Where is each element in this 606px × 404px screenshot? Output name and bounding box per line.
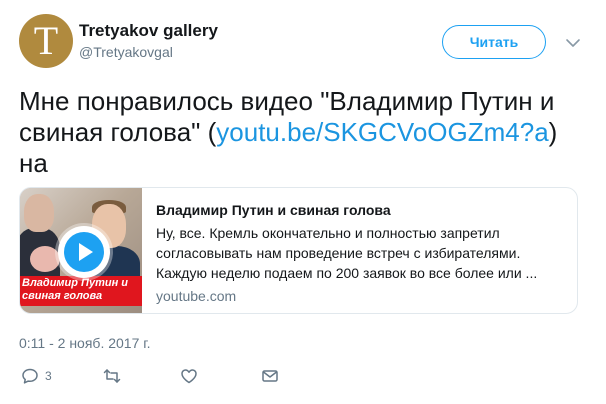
retweet-icon xyxy=(103,369,121,383)
retweet-button[interactable] xyxy=(103,366,127,386)
follow-button[interactable]: Читать xyxy=(442,25,546,59)
heart-icon xyxy=(181,369,197,384)
tweet-text: Мне понравилось видео "Владимир Путин и … xyxy=(19,86,589,179)
reply-icon xyxy=(22,368,38,384)
card-title: Владимир Путин и свиная голова xyxy=(156,202,391,218)
reply-count: 3 xyxy=(45,369,52,383)
tweet-header: T Tretyakov gallery @Tretyakovgal Читать xyxy=(19,14,589,70)
thumbnail-face-left xyxy=(24,194,54,232)
link-card[interactable]: Владимир Путин и свиная голова Владимир … xyxy=(19,187,578,314)
display-name[interactable]: Tretyakov gallery xyxy=(79,20,218,42)
direct-message-button[interactable] xyxy=(261,366,279,386)
envelope-icon xyxy=(262,370,278,382)
chevron-down-icon[interactable] xyxy=(564,34,582,52)
tweet-actions: 3 xyxy=(19,366,319,386)
play-icon[interactable] xyxy=(58,226,110,278)
thumbnail-pig xyxy=(30,246,60,272)
avatar[interactable]: T xyxy=(19,14,73,68)
like-button[interactable] xyxy=(180,366,204,386)
avatar-logo: T xyxy=(33,18,59,63)
tweet-link[interactable]: youtu.be/SKGCVoOGZm4?a xyxy=(216,117,548,147)
reply-button[interactable]: 3 xyxy=(21,366,52,386)
card-description: Ну, все. Кремль окончательно и полностью… xyxy=(156,225,538,281)
thumbnail-banner-text: Владимир Путин и свиная голова xyxy=(22,277,129,302)
card-body: Владимир Путин и свиная голова Ну, все. … xyxy=(156,201,566,305)
play-button-circle xyxy=(64,232,104,272)
tweet-timestamp[interactable]: 0:11 - 2 нояб. 2017 г. xyxy=(19,334,151,352)
card-domain: youtube.com xyxy=(156,288,237,304)
video-thumbnail[interactable]: Владимир Путин и свиная голова xyxy=(20,188,142,313)
user-info[interactable]: Tretyakov gallery @Tretyakovgal xyxy=(79,20,218,61)
user-handle[interactable]: @Tretyakovgal xyxy=(79,43,218,61)
